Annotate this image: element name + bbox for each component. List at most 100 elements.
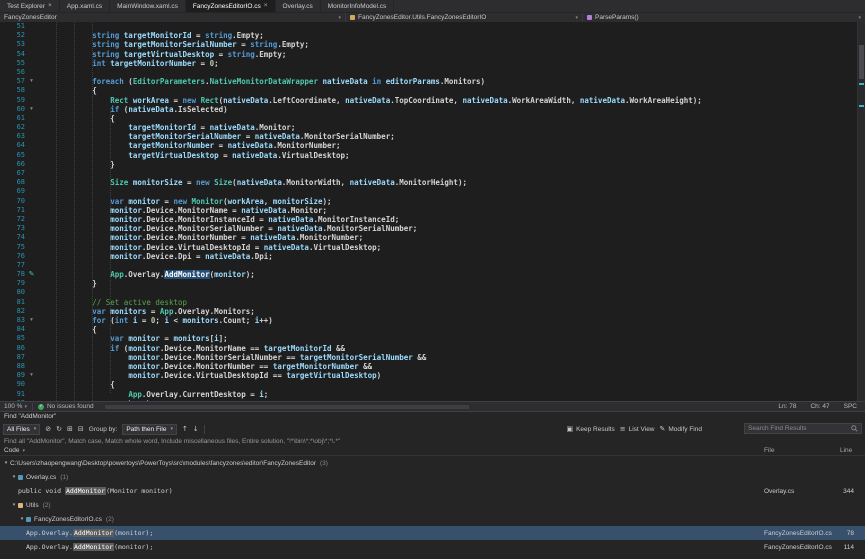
member-name: ParseParams() [595, 14, 639, 21]
result-line-number: 114 [830, 544, 854, 551]
list-view-toggle[interactable]: ≡ List View [620, 426, 655, 433]
line-number: 62 [0, 123, 25, 132]
line-number: 83 [0, 316, 25, 325]
modify-find-button[interactable]: ✎ Modify Find [660, 426, 702, 433]
line-number: 88 [0, 362, 25, 371]
tab-monitorinfomodel-cs[interactable]: MonitorInfoModel.cs [321, 0, 395, 12]
code-filter-label: Code [4, 447, 20, 454]
refresh-icon[interactable]: ↻ [56, 426, 62, 433]
health-check-icon: ✓ [38, 404, 44, 410]
project-dropdown[interactable]: FancyZonesEditor ▾ [0, 13, 346, 22]
collapse-all-icon[interactable]: ⊟ [78, 426, 84, 433]
member-dropdown[interactable]: ParseParams() ▾ [583, 13, 865, 22]
editor-status-strip: 100 % ▾ ✓ No issues found Ln: 78 Ch: 47 … [0, 401, 865, 411]
result-file: FancyZonesEditorIO.cs [764, 530, 832, 537]
scope-dropdown[interactable]: All Files ▾ [3, 424, 40, 435]
folder-icon [18, 503, 23, 508]
find-result-item[interactable]: App.Overlay.AddMonitor(monitor);FancyZon… [0, 526, 865, 540]
line-number: 92 [0, 399, 25, 401]
code-line: { [38, 86, 857, 95]
line-number: 58 [0, 86, 25, 95]
type-dropdown[interactable]: FancyZonesEditor.Utils.FancyZonesEditorI… [346, 13, 583, 22]
tab-mainwindow-xaml-cs[interactable]: MainWindow.xaml.cs [110, 0, 186, 12]
chevron-down-icon[interactable]: ▾ [10, 502, 18, 508]
find-summary-text: Find all "AddMonitor", Match case, Match… [0, 437, 865, 446]
find-result-group[interactable]: ▾Overlay.cs(1) [0, 470, 865, 484]
close-icon[interactable]: × [264, 3, 268, 10]
line-number: 87 [0, 353, 25, 362]
project-name: FancyZonesEditor [4, 14, 57, 21]
code-line: targetVirtualDesktop = nativeData.Virtua… [38, 151, 857, 160]
close-icon[interactable]: × [48, 3, 52, 10]
line-number: 90 [0, 380, 25, 389]
code-line: monitor.Device.MonitorNumber = nativeDat… [38, 233, 857, 242]
code-line: monitor.Device.MonitorName = nativeData.… [38, 206, 857, 215]
code-line: var monitor = new Monitor(workArea, moni… [38, 197, 857, 206]
chevron-down-icon[interactable]: ▾ [2, 460, 10, 466]
line-number: 52 [0, 31, 25, 40]
chevron-down-icon[interactable]: ▾ [18, 516, 26, 522]
collapse-chevron-icon[interactable]: ▾ [25, 371, 38, 380]
code-line: string targetVirtualDesktop = string.Emp… [38, 50, 857, 59]
method-icon [587, 15, 592, 20]
result-line-number: 344 [830, 488, 854, 495]
code-line: { [38, 114, 857, 123]
code-line: targetMonitorId = nativeData.Monitor; [38, 123, 857, 132]
code-line: } [38, 160, 857, 169]
find-result-group[interactable]: ▾Utils(2) [0, 498, 865, 512]
line-indicator: Ln: 78 [778, 403, 796, 410]
find-result-group[interactable]: ▾C:\Users\zhaopengwang\Desktop\powertoys… [0, 456, 865, 470]
code-line: foreach (EditorParameters.NativeMonitorD… [38, 77, 857, 86]
group-label: Utils [26, 502, 39, 509]
tab-app-xaml-cs[interactable]: App.xaml.cs [60, 0, 110, 12]
collapse-chevron-icon[interactable]: ▾ [25, 105, 38, 114]
previous-result-icon[interactable]: ↑ [182, 426, 188, 433]
stop-search-icon[interactable]: ⊘ [45, 426, 51, 433]
editor-horizontal-scrollbar[interactable] [105, 404, 768, 410]
find-result-group[interactable]: ▾FancyZonesEditorIO.cs(2) [0, 512, 865, 526]
collapse-chevron-icon[interactable]: ▾ [25, 316, 38, 325]
group-label: Overlay.cs [26, 474, 56, 481]
tab-label: MonitorInfoModel.cs [328, 3, 387, 10]
keep-results-toggle[interactable]: ▣ Keep Results [566, 426, 614, 433]
line-number: 77 [0, 261, 25, 270]
code-line: break; [38, 399, 857, 401]
line-number: 66 [0, 160, 25, 169]
find-result-item[interactable]: public void AddMonitor(Monitor monitor)O… [0, 484, 865, 498]
search-find-results-input[interactable]: Search Find Results [744, 423, 862, 434]
pencil-icon: ✎ [660, 426, 666, 433]
column-header-file[interactable]: File [764, 447, 774, 454]
chevron-down-icon[interactable]: ▾ [10, 474, 18, 480]
zoom-dropdown[interactable]: 100 % ▾ [4, 403, 27, 410]
document-health-indicator[interactable]: ✓ No issues found [38, 403, 94, 410]
code-editor[interactable]: 51525354555657▾585960▾616263646566676869… [0, 22, 865, 401]
edit-pencil-icon: ✎ [25, 270, 38, 279]
search-match-mark [859, 105, 864, 107]
code-line: Rect workArea = new Rect(nativeData.Left… [38, 96, 857, 105]
tab-overlay-cs[interactable]: Overlay.cs [276, 0, 321, 12]
collapse-chevron-icon[interactable]: ▾ [25, 77, 38, 86]
code-line: monitor.Device.MonitorSerialNumber == ta… [38, 353, 857, 362]
next-result-icon[interactable]: ↓ [193, 426, 199, 433]
group-by-dropdown[interactable]: Path then File ▾ [122, 424, 177, 435]
expand-all-icon[interactable]: ⊞ [67, 426, 73, 433]
line-number: 76 [0, 252, 25, 261]
code-line: monitor.Device.MonitorNumber == targetMo… [38, 362, 857, 371]
line-number: 89 [0, 371, 25, 380]
editor-vertical-scrollbar[interactable] [857, 22, 865, 401]
list-view-label: List View [629, 426, 655, 433]
scrollbar-thumb[interactable] [859, 45, 864, 79]
cs-file-icon [18, 475, 23, 480]
tab-test-explorer[interactable]: Test Explorer × [0, 0, 60, 12]
scrollbar-thumb[interactable] [105, 405, 470, 409]
code-line [38, 169, 857, 178]
line-number: 74 [0, 233, 25, 242]
find-result-item[interactable]: App.Overlay.AddMonitor(monitor);FancyZon… [0, 540, 865, 554]
line-number: 82 [0, 307, 25, 316]
code-filter-dropdown[interactable]: Code ▾ [4, 447, 25, 454]
line-number: 80 [0, 288, 25, 297]
code-line: App.Overlay.AddMonitor(monitor); [38, 270, 857, 279]
column-header-line[interactable]: Line [840, 447, 852, 454]
line-number: 86 [0, 344, 25, 353]
tab-fancyzoneseditorio-cs[interactable]: FancyZonesEditorIO.cs × [186, 0, 276, 12]
